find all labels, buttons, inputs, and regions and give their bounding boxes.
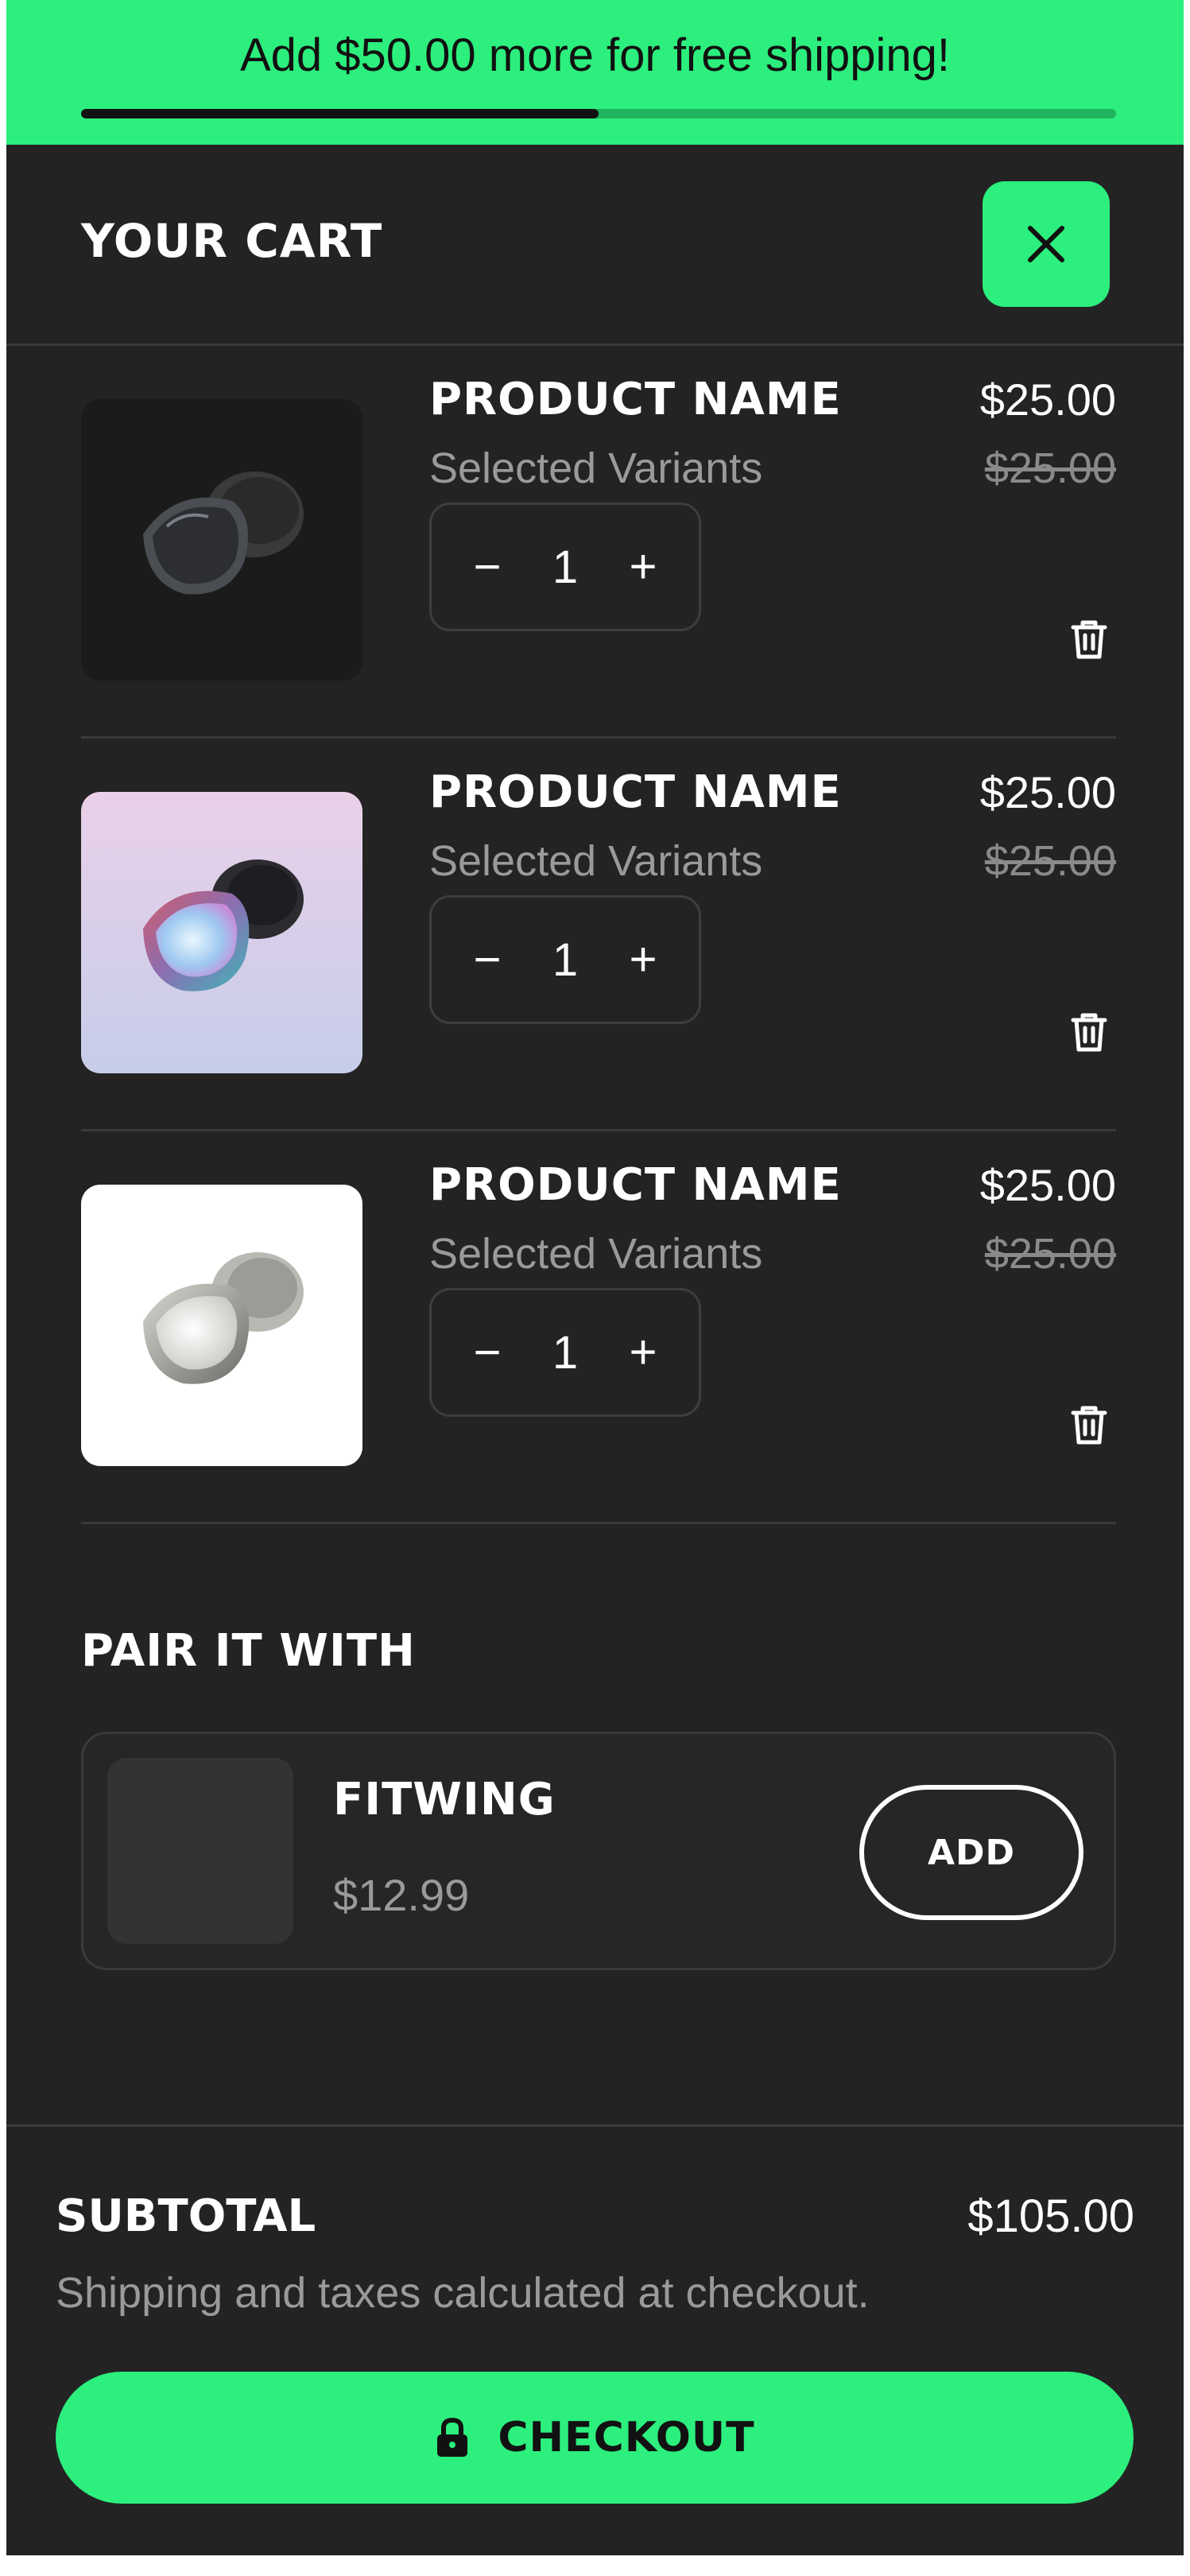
close-icon — [1028, 226, 1064, 262]
trash-icon — [1071, 1013, 1107, 1052]
shipping-note: Shipping and taxes calculated at checkou… — [56, 2269, 870, 2317]
checkout-label: CHECKOUT — [498, 2414, 755, 2462]
free-shipping-progress-fill — [81, 109, 599, 118]
increase-quantity-button[interactable]: + — [603, 898, 683, 1022]
decrease-quantity-button[interactable]: − — [448, 898, 527, 1022]
product-image[interactable] — [81, 792, 362, 1073]
remove-item-button[interactable] — [1064, 1007, 1114, 1057]
cart-item: PRODUCT NAME Selected Variants $25.00 $2… — [81, 1129, 1116, 1524]
quantity-stepper: − 1 + — [429, 1288, 701, 1417]
product-variant: Selected Variants — [429, 444, 763, 492]
black-earbud-image — [143, 471, 304, 595]
upsell-product-price: $12.99 — [333, 1870, 470, 1920]
trash-icon — [1071, 1406, 1107, 1445]
cart-drawer: Add $50.00 more for free shipping! YOUR … — [6, 0, 1184, 2555]
trash-icon — [1071, 620, 1107, 659]
product-price: $25.00 — [979, 1160, 1116, 1210]
quantity-value: 1 — [552, 1326, 579, 1379]
iridescent-earbud-image — [81, 792, 362, 1073]
product-variant: Selected Variants — [429, 837, 763, 885]
increase-quantity-button[interactable]: + — [603, 1290, 683, 1414]
decrease-quantity-button[interactable]: − — [448, 1290, 527, 1414]
product-name[interactable]: PRODUCT NAME — [429, 1158, 842, 1213]
quantity-value: 1 — [552, 541, 579, 593]
add-upsell-button[interactable]: ADD — [859, 1785, 1083, 1920]
free-shipping-banner: Add $50.00 more for free shipping! — [6, 0, 1184, 145]
cart-item: PRODUCT NAME Selected Variants $25.00 $2… — [81, 736, 1116, 1131]
product-image[interactable] — [81, 399, 362, 681]
cart-item: PRODUCT NAME Selected Variants $25.00 $2… — [81, 343, 1116, 739]
cart-header: YOUR CART — [6, 145, 1184, 346]
product-name[interactable]: PRODUCT NAME — [429, 765, 842, 821]
lock-icon — [437, 2417, 468, 2457]
quantity-stepper: − 1 + — [429, 502, 701, 631]
decrease-quantity-button[interactable]: − — [448, 505, 527, 629]
product-image[interactable] — [81, 1185, 362, 1466]
increase-quantity-button[interactable]: + — [603, 505, 683, 629]
product-compare-price: $25.00 — [984, 837, 1116, 885]
subtotal-label: SUBTOTAL — [56, 2190, 316, 2242]
remove-item-button[interactable] — [1064, 1399, 1114, 1450]
upsell-product-name[interactable]: FITWING — [333, 1772, 556, 1828]
upsell-product-card: FITWING $12.99 ADD — [81, 1732, 1116, 1970]
product-variant: Selected Variants — [429, 1230, 763, 1278]
product-price: $25.00 — [979, 767, 1116, 817]
cart-title: YOUR CART — [81, 214, 383, 268]
product-compare-price: $25.00 — [984, 444, 1116, 492]
upsell-product-image[interactable] — [107, 1758, 293, 1944]
cart-footer: SUBTOTAL $105.00 Shipping and taxes calc… — [6, 2124, 1184, 2555]
product-name[interactable]: PRODUCT NAME — [429, 372, 842, 428]
quantity-stepper: − 1 + — [429, 895, 701, 1024]
free-shipping-message: Add $50.00 more for free shipping! — [239, 29, 951, 81]
close-cart-button[interactable] — [983, 181, 1110, 307]
silver-earbud-image — [143, 1252, 304, 1384]
checkout-button[interactable]: CHECKOUT — [56, 2372, 1134, 2504]
product-price: $25.00 — [979, 374, 1116, 425]
free-shipping-progress-bar — [81, 109, 1116, 118]
subtotal-value: $105.00 — [967, 2190, 1134, 2242]
remove-item-button[interactable] — [1064, 614, 1114, 665]
quantity-value: 1 — [552, 933, 579, 986]
pair-it-with-heading: PAIR IT WITH — [81, 1625, 416, 1677]
product-compare-price: $25.00 — [984, 1230, 1116, 1278]
